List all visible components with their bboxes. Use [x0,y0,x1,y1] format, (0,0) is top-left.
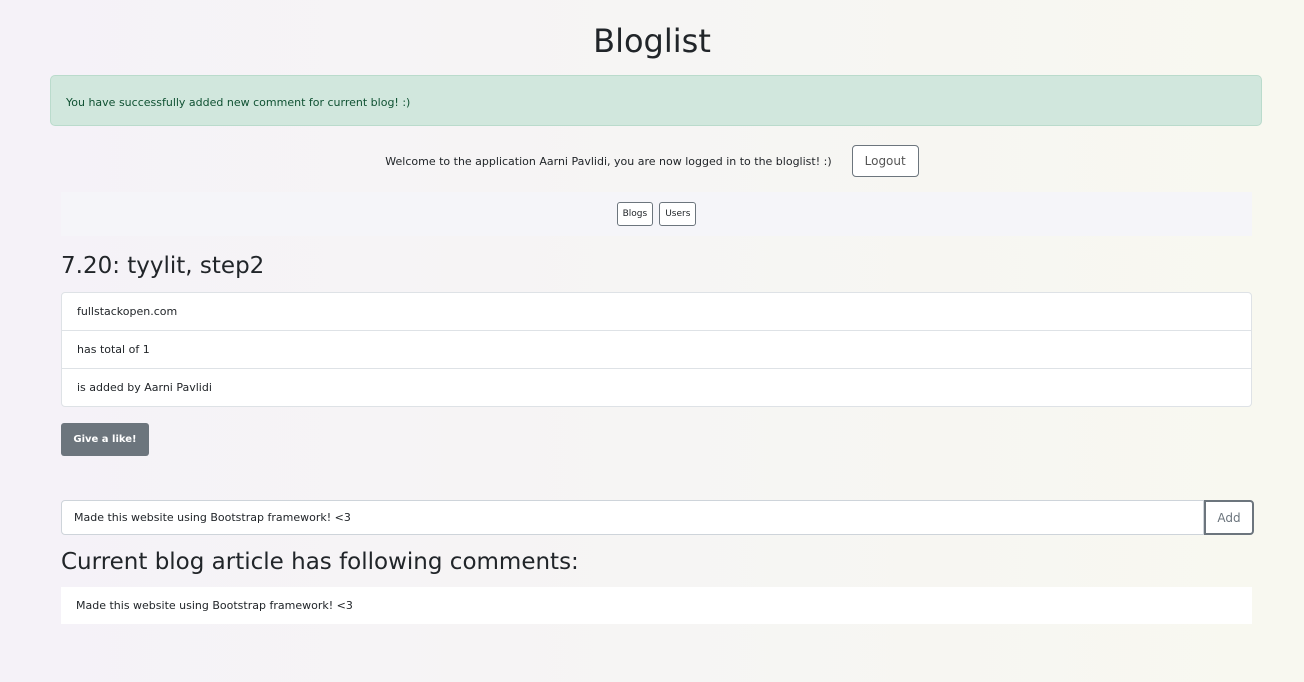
success-notification: You have successfully added new comment … [50,75,1262,126]
blog-likes: has total of 1 [62,331,1251,369]
nav-users-button[interactable]: Users [659,202,697,226]
comments-list: Made this website using Bootstrap framew… [61,587,1252,624]
page-title: Bloglist [593,22,711,60]
add-comment-button[interactable]: Add [1204,500,1254,535]
blog-author: is added by Aarni Pavlidi [77,381,212,394]
comments-heading: Current blog article has following comme… [61,549,579,575]
blog-title: 7.20: tyylit, step2 [61,253,265,279]
blog-url: fullstackopen.com [62,293,1251,331]
like-button[interactable]: Give a like! [61,423,149,456]
logout-button[interactable]: Logout [851,145,919,177]
comment-input[interactable] [61,500,1204,535]
blog-details-list: fullstackopen.com has total of 1 is adde… [61,292,1252,407]
comment-form: Add [61,500,1254,535]
welcome-text: Welcome to the application Aarni Pavlidi… [385,154,832,168]
comment-item: Made this website using Bootstrap framew… [76,599,353,612]
nav-blogs-button[interactable]: Blogs [616,202,654,226]
session-bar: Welcome to the application Aarni Pavlidi… [0,144,1304,178]
navbar: Blogs Users [61,192,1252,236]
